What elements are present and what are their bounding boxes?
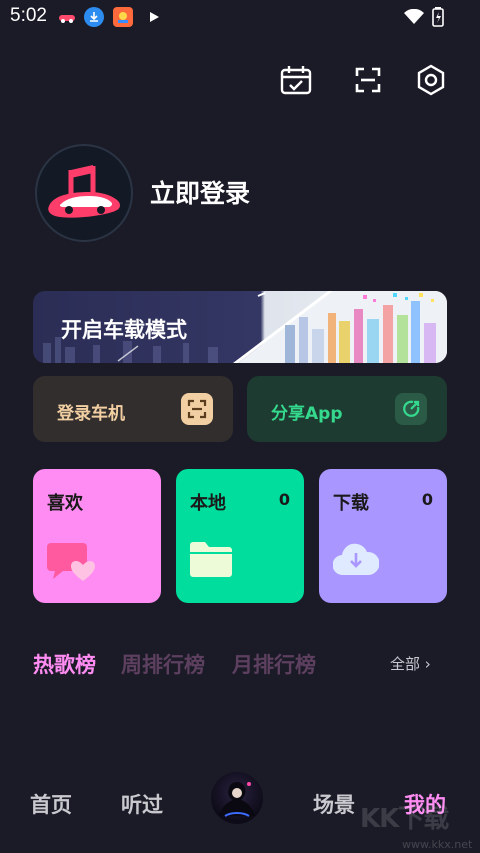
car-mode-title: 开启车载模式 bbox=[61, 318, 187, 342]
tab-monthly-rank[interactable]: 月排行榜 bbox=[232, 649, 316, 679]
tab-weekly-rank[interactable]: 周排行榜 bbox=[121, 649, 205, 679]
settings-icon[interactable] bbox=[413, 62, 449, 98]
local-label: 本地 bbox=[190, 493, 226, 514]
view-all-link[interactable]: 全部 › bbox=[390, 653, 431, 674]
downloads-count: 0 bbox=[421, 490, 433, 509]
local-tile[interactable]: 本地 0 bbox=[176, 469, 304, 603]
scan-icon[interactable] bbox=[350, 62, 386, 98]
avatar[interactable] bbox=[35, 144, 133, 242]
app-notification-icon bbox=[113, 7, 133, 27]
tab-hot-songs[interactable]: 热歌榜 bbox=[33, 649, 96, 679]
nav-scenes[interactable]: 场景 bbox=[313, 789, 355, 819]
login-button[interactable]: 立即登录 bbox=[150, 174, 250, 210]
favorites-tile[interactable]: 喜欢 bbox=[33, 469, 161, 603]
nav-home[interactable]: 首页 bbox=[30, 789, 72, 819]
download-notification-icon bbox=[84, 7, 104, 27]
status-bar: 5:02 bbox=[0, 0, 480, 32]
login-car-label: 登录车机 bbox=[57, 404, 125, 424]
watermark-url: www.kkx.net bbox=[402, 838, 473, 851]
battery-icon bbox=[428, 7, 448, 27]
folder-icon bbox=[190, 541, 232, 581]
cloud-download-icon bbox=[332, 541, 380, 579]
now-playing-cover[interactable] bbox=[211, 772, 263, 824]
album-art-image bbox=[219, 782, 255, 817]
status-time: 5:02 bbox=[10, 5, 47, 26]
car-mode-banner[interactable]: 开启车载模式 bbox=[33, 291, 447, 363]
local-count: 0 bbox=[278, 490, 290, 509]
downloads-tile[interactable]: 下载 0 bbox=[319, 469, 447, 603]
wifi-icon bbox=[404, 7, 424, 27]
favorites-label: 喜欢 bbox=[47, 493, 83, 514]
nav-history[interactable]: 听过 bbox=[121, 789, 163, 819]
car-app-notification-icon bbox=[57, 7, 77, 27]
share-app-card[interactable]: 分享App bbox=[247, 376, 447, 442]
share-icon bbox=[395, 393, 427, 425]
scan-car-icon bbox=[181, 393, 213, 425]
heart-chat-icon bbox=[47, 541, 97, 587]
calendar-check-icon[interactable] bbox=[278, 62, 314, 98]
downloads-label: 下载 bbox=[333, 493, 369, 514]
share-app-label: 分享App bbox=[271, 404, 343, 424]
watermark: KK下载 bbox=[360, 804, 449, 834]
car-music-logo-icon bbox=[48, 165, 120, 218]
play-notification-icon bbox=[144, 7, 164, 27]
login-car-card[interactable]: 登录车机 bbox=[33, 376, 233, 442]
